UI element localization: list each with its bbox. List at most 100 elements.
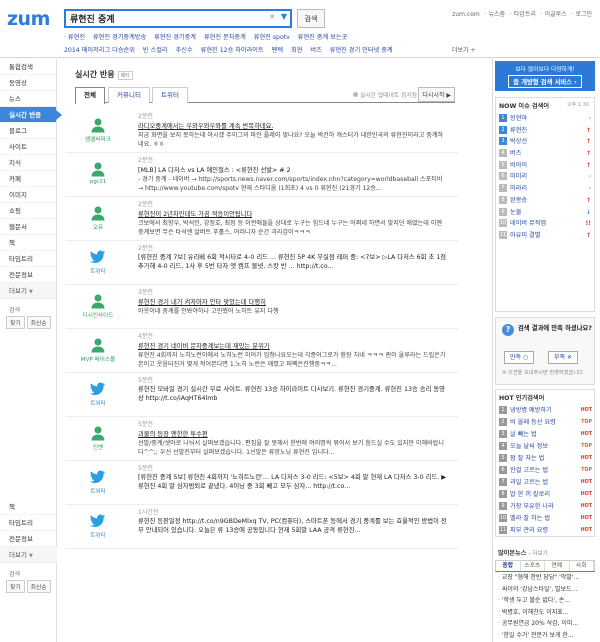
search-button[interactable]: 검색 [297, 9, 325, 28]
hot-row[interactable]: 4 오늘 날씨 정보 TOP [496, 441, 594, 453]
tab-twitter[interactable]: 트위터 [152, 87, 188, 103]
hot-keyword[interactable]: 냉방병 예방하기 [510, 407, 552, 414]
hot-row[interactable]: 6 잔걸 고르는 법 TOP [496, 465, 594, 477]
link-newszum[interactable]: · 뉴스줌 [485, 11, 505, 18]
clear-icon[interactable]: ✕ [269, 13, 275, 21]
hot-keyword[interactable]: 피부 관리 요령 [510, 527, 548, 534]
nav-item-video[interactable]: 동영상 [0, 75, 56, 91]
post-source[interactable]: 트위터 [70, 487, 126, 495]
related-link[interactable]: 류현진 경기중계 [154, 34, 196, 41]
tab-all[interactable]: 전체 [75, 87, 105, 104]
hot-row[interactable]: 9 가장 부유한 나라 HOT [496, 501, 594, 513]
related-link[interactable]: 최현 [291, 47, 302, 54]
rank-keyword[interactable]: 완봉승 [510, 197, 527, 204]
post-source[interactable]: 인벤 [70, 443, 126, 451]
link-zum[interactable]: zum.com [452, 11, 480, 18]
user-avatar-icon[interactable] [89, 161, 107, 177]
rank-keyword[interactable]: 눈물 [510, 209, 521, 216]
related-link[interactable]: 빈 스컬리 [143, 47, 168, 54]
hot-keyword[interactable]: 밥 한 끼 칼로리 [510, 491, 550, 498]
rank-keyword[interactable]: 미라리 [510, 185, 527, 192]
link-login[interactable]: · 로그인 [572, 11, 592, 18]
restart-button[interactable]: 다시시작 ▶ [418, 87, 455, 102]
rank-row[interactable]: 6 미미리 - [496, 171, 594, 183]
option-find-button[interactable]: 찾기 [6, 580, 25, 593]
post-title[interactable]: [류현진 중계 7보] 유리베 6회 적시타로 4-0 리드 ... 류현진 5… [138, 253, 448, 271]
news-item[interactable]: 싸이의 '강남스타일', 빌보드... [495, 584, 595, 596]
nav-item-knowledge[interactable]: 지식 [0, 155, 56, 171]
related-link[interactable]: 펜텍 [272, 47, 283, 54]
hot-keyword[interactable]: 멜라 잘 하는 법 [510, 515, 550, 522]
related-link[interactable]: 류현진 문자중계 [204, 34, 246, 41]
hot-row[interactable]: 3살 빼는 법 HOT [496, 429, 594, 441]
popular-news-more[interactable]: › 더보기 [529, 551, 548, 557]
link-timetree[interactable]: · 타임트리 [510, 11, 536, 18]
hot-keyword[interactable]: 잔걸 고르는 법 [510, 467, 548, 474]
user-avatar-icon[interactable] [89, 425, 107, 441]
chevron-down-icon[interactable]: ▼ [281, 12, 287, 21]
related-link[interactable]: · 류현진 [64, 34, 85, 41]
post-title[interactable]: 류현진 경기 내가 켜자마자 안타 맞았는데 다행히 [138, 297, 266, 306]
more-related-button[interactable]: 더보기 + [452, 45, 476, 54]
rank-row[interactable]: 9 눈물 ↓ [496, 207, 594, 219]
rank-keyword[interactable]: 박상선 [510, 138, 527, 145]
post-source[interactable]: MVP 베이스볼 [70, 355, 126, 363]
post-title[interactable]: 괴물의 등장 엔한한 투수편 [138, 429, 208, 438]
hot-keyword[interactable]: 오늘 날씨 정보 [510, 443, 548, 450]
news-tab-all[interactable]: 종합 [496, 561, 521, 571]
user-avatar-icon[interactable] [89, 293, 107, 309]
rank-keyword[interactable]: 미미리 [510, 173, 527, 180]
hot-keyword[interactable]: 살 빼는 법 [510, 431, 537, 438]
rank-row[interactable]: 10 네이버 뮤직앱!! [496, 218, 594, 230]
rank-row[interactable]: 8 완봉승 ↑ [496, 195, 594, 207]
tab-community[interactable]: 커뮤니티 [108, 87, 150, 103]
nav-item-shopping[interactable]: 쇼핑 [0, 203, 56, 219]
rank-keyword[interactable]: 아유미 결별 [510, 232, 540, 239]
rank-keyword[interactable]: 버즈 [510, 150, 521, 157]
rank-row[interactable]: 1 장현아 - [496, 113, 594, 125]
post-source[interactable]: 트위터 [70, 531, 126, 539]
news-tab-society[interactable]: 사회 [570, 561, 594, 571]
rank-row[interactable]: 2 류현진 ↑ [496, 125, 594, 137]
promo-banner[interactable]: 보다 많이보다 다양하게! 줌 개방형 검색 서비스 › [495, 61, 595, 91]
post-source[interactable]: 오유 [70, 223, 126, 231]
nav-item-blog[interactable]: 블로그 [0, 123, 56, 139]
nav-item-expert[interactable]: 전문정보 [0, 267, 56, 283]
nav-more-button[interactable]: 더보기 ▼ [0, 283, 56, 299]
nav-item-realtime[interactable]: 실시간 반응 [0, 107, 62, 123]
option-latest-button[interactable]: 최신순 [26, 580, 51, 593]
related-link[interactable]: 류현진 12승 하이라이트 [201, 47, 264, 54]
post-title[interactable]: [MLB] LA 다저스 vs LA 에인절스 : <류현진 선발> # 2 [138, 165, 291, 174]
nav-item-all[interactable]: 통합검색 [0, 59, 56, 75]
hot-keyword[interactable]: 비 올때 등산 요령 [510, 419, 556, 426]
related-link[interactable]: 류현진 spotv [254, 34, 290, 41]
related-link[interactable]: 추신수 [176, 47, 193, 54]
news-tab-entertainment[interactable]: 연예 [545, 561, 570, 571]
nav-item-site[interactable]: 사이트 [0, 139, 56, 155]
nav-item-timetree[interactable]: 타임트리 [0, 515, 57, 531]
survey-satisfied-button[interactable]: 만족 ○ [504, 351, 535, 364]
hot-keyword[interactable]: 과일 고르는 법 [510, 479, 548, 486]
post-source[interactable]: 디시인사이드 [70, 311, 126, 319]
hot-row[interactable]: 10 멜라 잘 하는 법 HOT [496, 513, 594, 525]
hot-row[interactable]: 2비 올때 등산 요령 TOP [496, 417, 594, 429]
hot-row[interactable]: 11 피부 관리 요령 HOT [496, 525, 594, 537]
news-item[interactable]: '한일 수가' 전문가 보게 한... [495, 630, 595, 642]
post-source[interactable]: 트위터 [70, 399, 126, 407]
post-source[interactable]: pgr21 [70, 179, 126, 185]
news-tab-sports[interactable]: 스포츠 [521, 561, 545, 571]
twitter-bird-icon[interactable] [89, 469, 107, 485]
post-title[interactable]: [류현진 중계 5보] 류현진 4회까지 '노히트노런'… LA 다저스 3-0… [138, 473, 448, 491]
post-title[interactable]: 류현진 경기 네이버 문자중계보는데 재밌는 분위기 [138, 341, 270, 350]
rank-keyword[interactable]: 류현진 [510, 127, 527, 134]
news-item[interactable]: 교장 "혐해 한반 담당" '막말'... [495, 572, 595, 584]
nav-item-image[interactable]: 이미지 [0, 187, 56, 203]
user-avatar-icon[interactable] [89, 205, 107, 221]
nav-item-timetree[interactable]: 타임트리 [0, 251, 56, 267]
survey-unsatisfied-button[interactable]: 부족 ✕ [548, 351, 578, 364]
rank-keyword[interactable]: 네이버 뮤직앱 [510, 220, 546, 227]
rank-row[interactable]: 7 미라리 - [496, 183, 594, 195]
twitter-bird-icon[interactable] [89, 249, 107, 265]
hot-keyword[interactable]: 잠 잘 자는 법 [510, 455, 544, 462]
related-link[interactable]: 류현진 경기중계방송 [93, 34, 146, 41]
